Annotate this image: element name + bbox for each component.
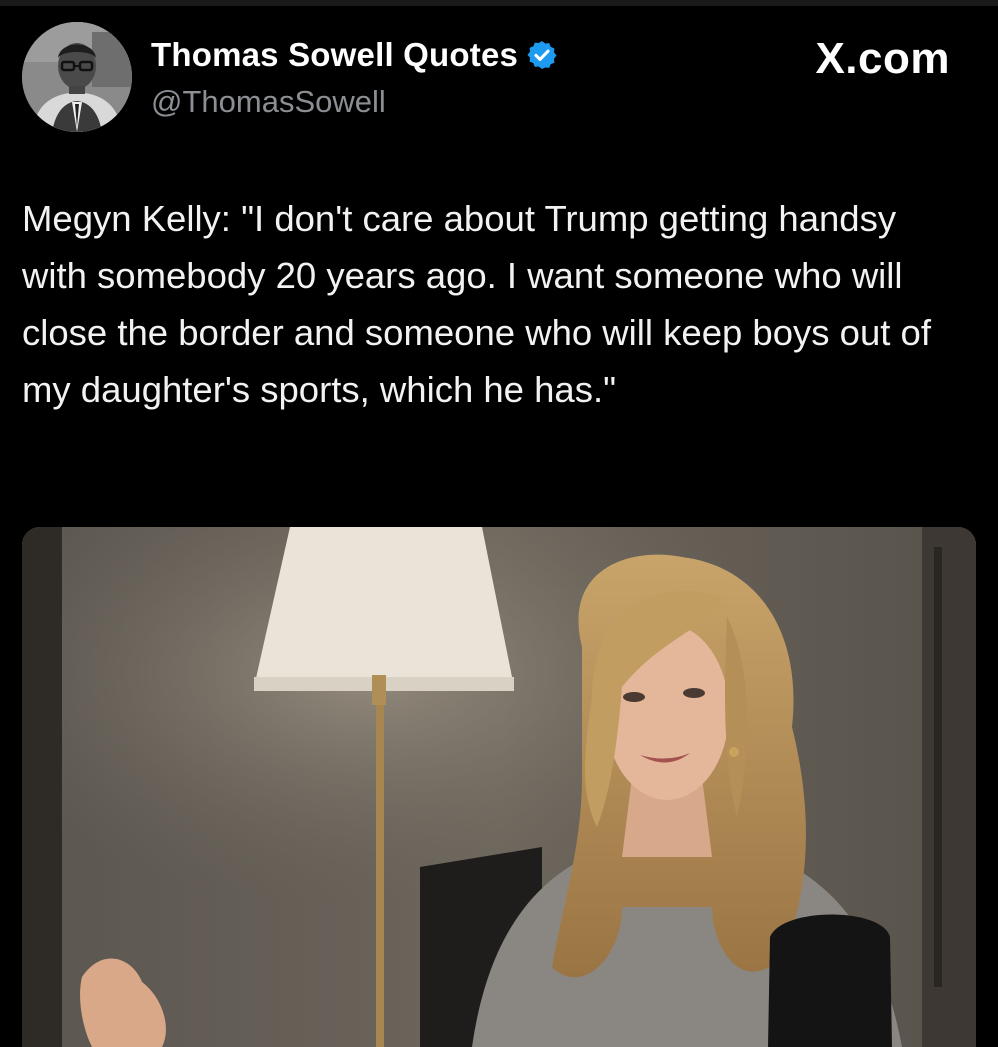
verified-badge-icon xyxy=(526,39,558,71)
post-header: Thomas Sowell Quotes @ThomasSowell X.com xyxy=(22,22,976,134)
x-brand-logo: X.com xyxy=(815,34,950,83)
author-name[interactable]: Thomas Sowell Quotes xyxy=(151,36,518,74)
post-video-frame-image xyxy=(22,527,976,1047)
post-media[interactable] xyxy=(22,527,976,1047)
post-text: Megyn Kelly: "I don't care about Trump g… xyxy=(22,198,931,410)
top-edge xyxy=(0,0,998,6)
avatar[interactable] xyxy=(22,22,132,132)
avatar-portrait-image xyxy=(22,22,132,132)
author-handle[interactable]: @ThomasSowell xyxy=(151,84,386,120)
author-name-row: Thomas Sowell Quotes xyxy=(151,36,558,74)
